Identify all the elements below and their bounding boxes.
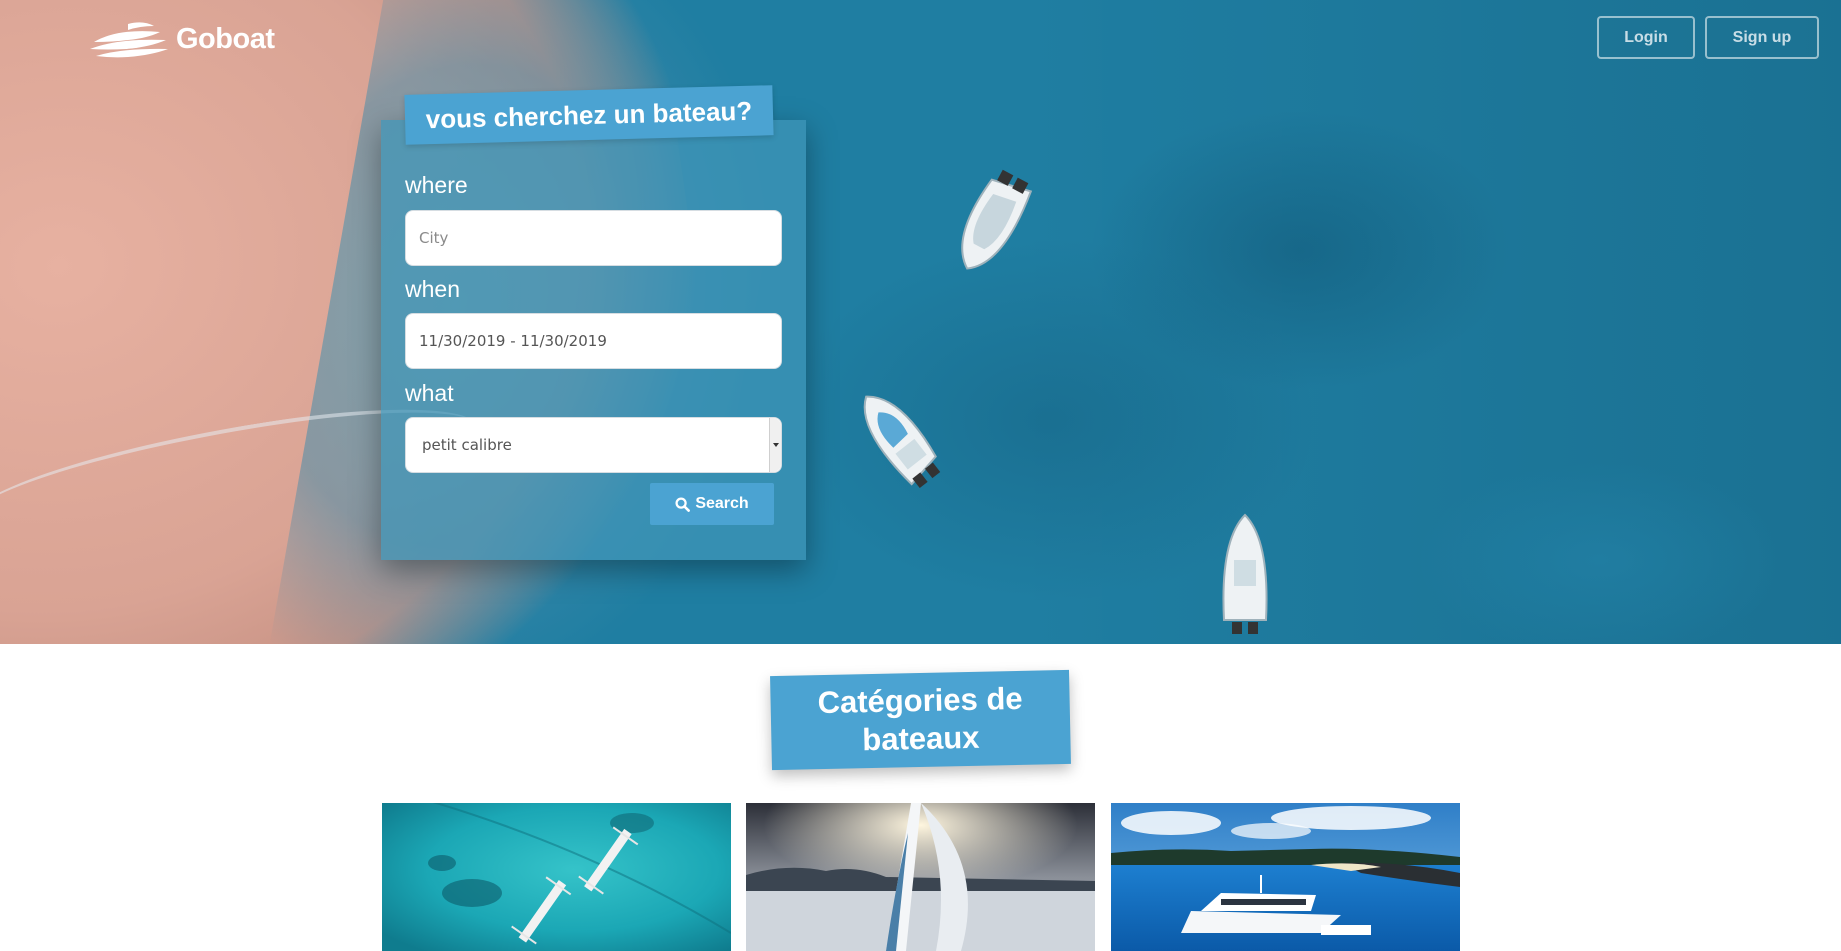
chevron-down-icon[interactable]: [769, 418, 781, 472]
boat-image: [1222, 513, 1268, 634]
where-field[interactable]: [405, 210, 782, 266]
search-button-label: Search: [695, 495, 749, 512]
boat-image: [961, 169, 1033, 270]
login-button[interactable]: Login: [1597, 16, 1695, 59]
aerial-outrigger-boats-image: [382, 803, 731, 951]
category-card[interactable]: [746, 803, 1095, 951]
category-card[interactable]: [1111, 803, 1460, 951]
search-title: vous cherchez un bateau?: [404, 85, 774, 145]
boat-image: [863, 395, 941, 489]
hero-banner: [0, 0, 1841, 644]
search-button[interactable]: Search: [650, 483, 774, 525]
motor-yacht-image: [1111, 803, 1460, 951]
boat-type-select[interactable]: petit calibre: [405, 417, 782, 473]
logo[interactable]: Goboat: [88, 18, 275, 60]
date-range-input[interactable]: 11/30/2019 - 11/30/2019: [405, 313, 782, 369]
where-label: where: [405, 172, 468, 198]
boat-waves-icon: [90, 22, 168, 58]
when-label: when: [405, 276, 460, 302]
brand-name: Goboat: [176, 22, 275, 55]
city-input[interactable]: [419, 229, 768, 247]
signup-button[interactable]: Sign up: [1705, 16, 1819, 59]
boat-type-value: petit calibre: [422, 436, 512, 454]
category-card[interactable]: [382, 803, 731, 951]
what-label: what: [405, 380, 454, 406]
sailboat-image: [746, 803, 1095, 951]
search-icon: [675, 496, 691, 512]
categories-title: Catégories de bateaux: [770, 669, 1071, 771]
